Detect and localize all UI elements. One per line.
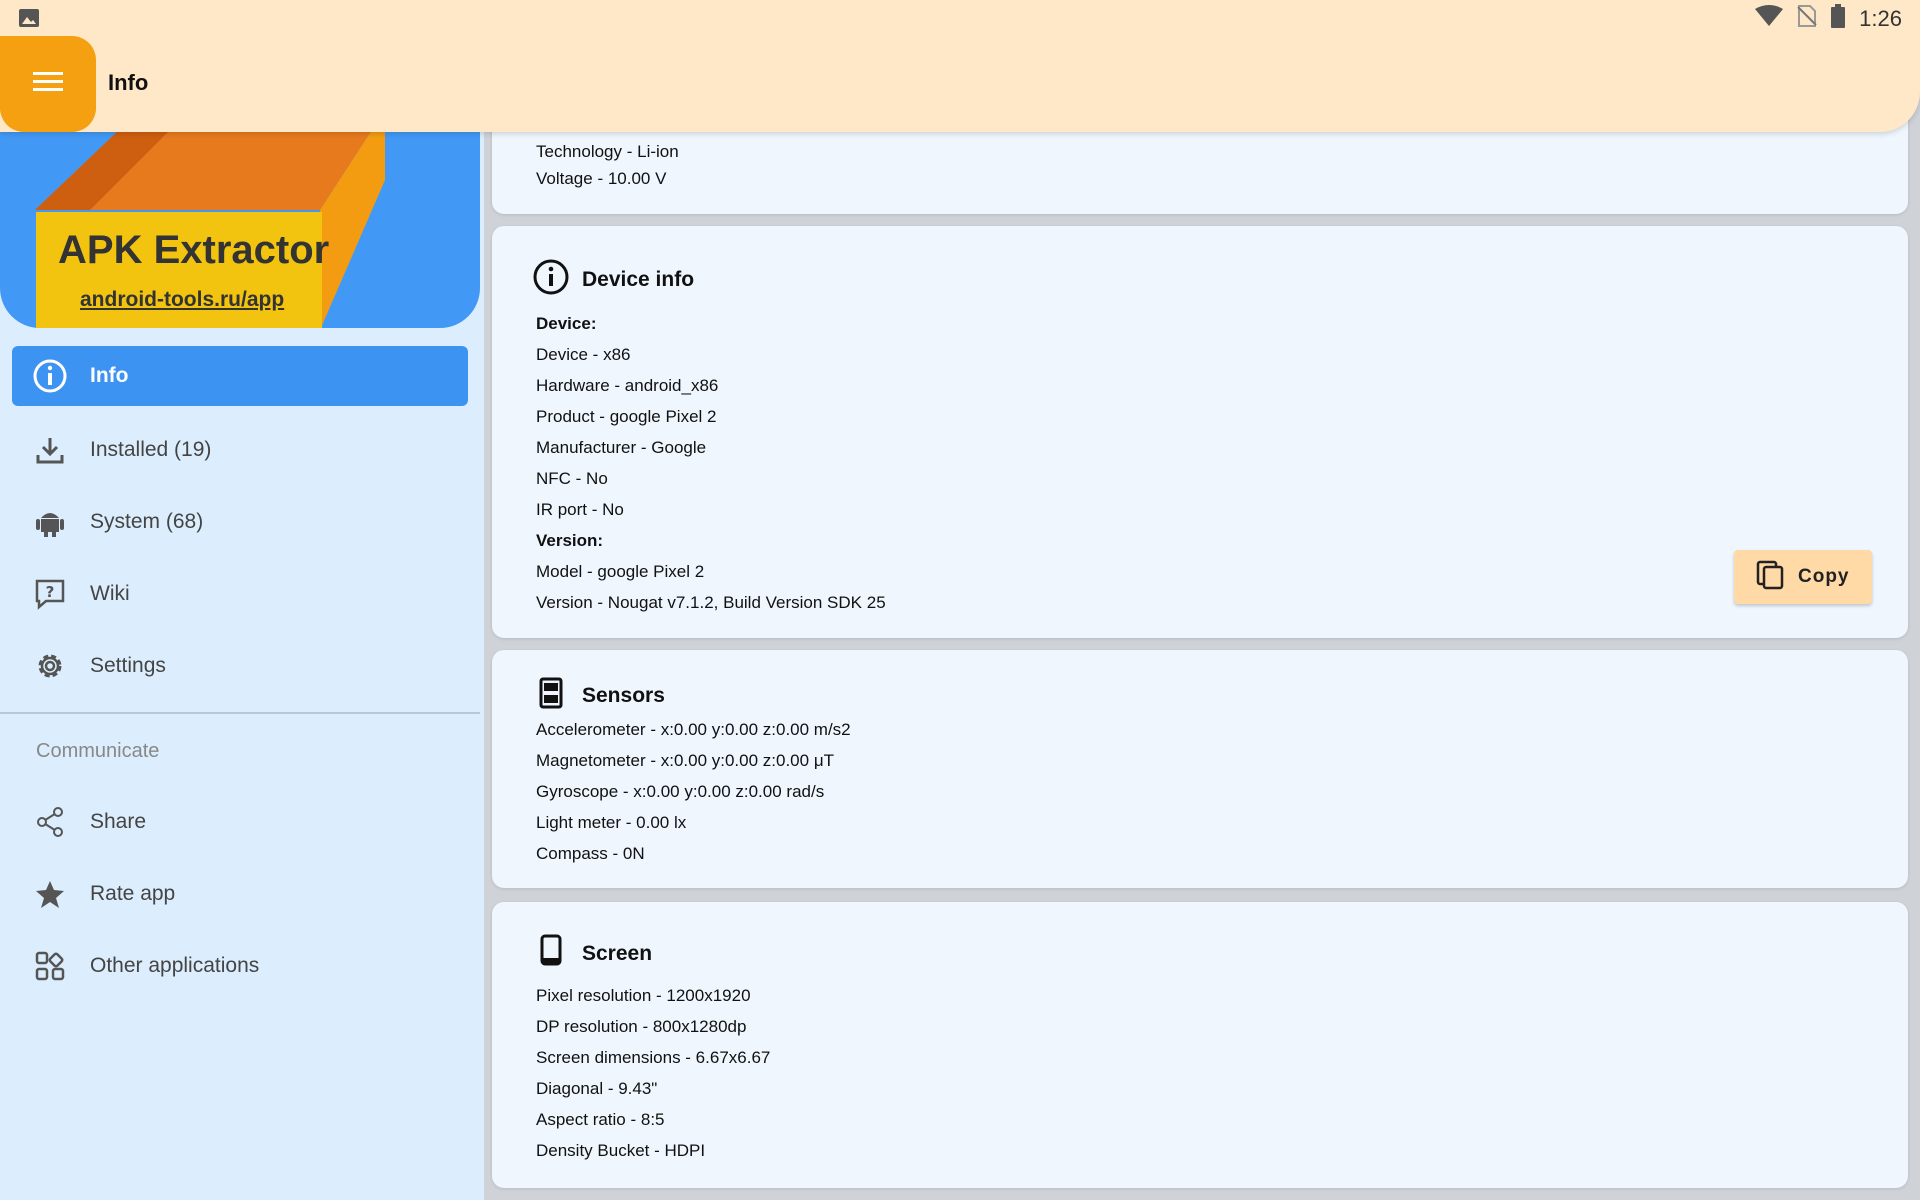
sidebar-item-rate-app[interactable]: Rate app (12, 864, 468, 924)
device-info-card: Device info Device: Device - x86 Hardwar… (492, 226, 1908, 638)
star-icon (30, 874, 70, 914)
info-line: Gyroscope - x:0.00 y:0.00 z:0.00 rad/s (536, 782, 825, 801)
battery-icon (1831, 4, 1846, 33)
main-content: Technology - Li-ion Voltage - 10.00 V De… (484, 0, 1920, 1200)
info-line: Manufacturer - Google (536, 438, 707, 457)
copy-label: Copy (1798, 566, 1850, 587)
info-line: Model - google Pixel 2 (536, 562, 705, 581)
info-line: Light meter - 0.00 lx (536, 813, 687, 832)
info-line: Hardware - android_x86 (536, 376, 719, 395)
copy-icon (1756, 560, 1784, 595)
sidebar-item-share[interactable]: Share (12, 792, 468, 852)
svg-text:?: ? (46, 583, 55, 601)
section-heading: Version: (536, 531, 604, 550)
copy-button[interactable]: Copy (1734, 550, 1872, 604)
status-bar: 1:26 (0, 0, 1920, 36)
sidebar-item-label: System (68) (90, 510, 204, 533)
help-icon: ? (30, 574, 70, 614)
info-line: Pixel resolution - 1200x1920 (536, 986, 751, 1005)
sensors-card: Sensors Accelerometer - x:0.00 y:0.00 z:… (492, 650, 1908, 888)
sidebar-item-label: Installed (19) (90, 438, 212, 461)
sidebar-item-settings[interactable]: Settings (12, 636, 468, 696)
info-line: Compass - 0N (536, 844, 645, 863)
app-website-link[interactable]: android-tools.ru/app (80, 288, 284, 312)
tablet-icon (532, 934, 570, 973)
app-bar: Info (0, 36, 1920, 132)
info-line: Screen dimensions - 6.67x6.67 (536, 1048, 771, 1067)
card-header: Screen (532, 934, 652, 973)
sidebar-item-wiki[interactable]: ? Wiki (12, 564, 468, 624)
info-line: Density Bucket - HDPI (536, 1141, 706, 1160)
apps-icon (30, 946, 70, 986)
info-icon (532, 258, 570, 301)
card-title: Screen (582, 941, 653, 965)
screen-card: Screen Pixel resolution - 1200x1920 DP r… (492, 902, 1908, 1188)
sensor-icon (532, 676, 570, 715)
sidebar-item-label: Settings (90, 654, 166, 677)
sidebar-item-label: Wiki (90, 582, 130, 605)
info-line: Technology - Li-ion (536, 142, 679, 161)
clock: 1:26 (1859, 5, 1902, 31)
card-header: Device info (532, 258, 694, 301)
sidebar-item-info[interactable]: Info (12, 346, 468, 406)
info-line: NFC - No (536, 469, 608, 488)
info-icon (30, 356, 70, 396)
info-line: Diagonal - 9.43" (536, 1079, 658, 1098)
card-title: Sensors (582, 683, 665, 707)
info-line: Magnetometer - x:0.00 y:0.00 z:0.00 μT (536, 751, 834, 770)
sidebar-item-label: Rate app (90, 882, 176, 905)
android-icon (30, 502, 70, 542)
page-title: Info (108, 70, 149, 95)
image-icon (18, 8, 40, 33)
info-line: Aspect ratio - 8:5 (536, 1110, 665, 1129)
download-icon (30, 430, 70, 470)
info-line: Version - Nougat v7.1.2, Build Version S… (536, 593, 886, 612)
menu-button[interactable] (0, 36, 96, 132)
sidebar-item-system[interactable]: System (68) (12, 492, 468, 552)
section-heading: Device: (536, 314, 597, 333)
sidebar-item-installed[interactable]: Installed (19) (12, 420, 468, 480)
sidebar-item-label: Share (90, 810, 147, 833)
divider (0, 712, 480, 714)
card-header: Sensors (532, 676, 665, 715)
no-sim-icon (1797, 4, 1817, 33)
app-name: APK Extractor (58, 228, 330, 272)
info-line: DP resolution - 800x1280dp (536, 1017, 747, 1036)
sidebar-item-label: Other applications (90, 954, 260, 977)
info-line: Voltage - 10.00 V (536, 169, 667, 188)
sidebar-item-other-applications[interactable]: Other applications (12, 936, 468, 996)
section-label: Communicate (36, 740, 160, 762)
card-title: Device info (582, 267, 695, 291)
drawer-banner: APK Extractor android-tools.ru/app (0, 132, 480, 328)
info-line: IR port - No (536, 500, 624, 519)
info-line: Device - x86 (536, 345, 631, 364)
hamburger-icon (33, 71, 63, 98)
share-icon (30, 802, 70, 842)
info-line: Product - google Pixel 2 (536, 407, 717, 426)
info-line: Accelerometer - x:0.00 y:0.00 z:0.00 m/s… (536, 720, 851, 739)
sidebar-item-label: Info (90, 364, 129, 387)
gear-icon (30, 646, 70, 686)
wifi-icon (1755, 5, 1784, 32)
navigation-drawer: APK Extractor android-tools.ru/app Info … (0, 0, 484, 1200)
